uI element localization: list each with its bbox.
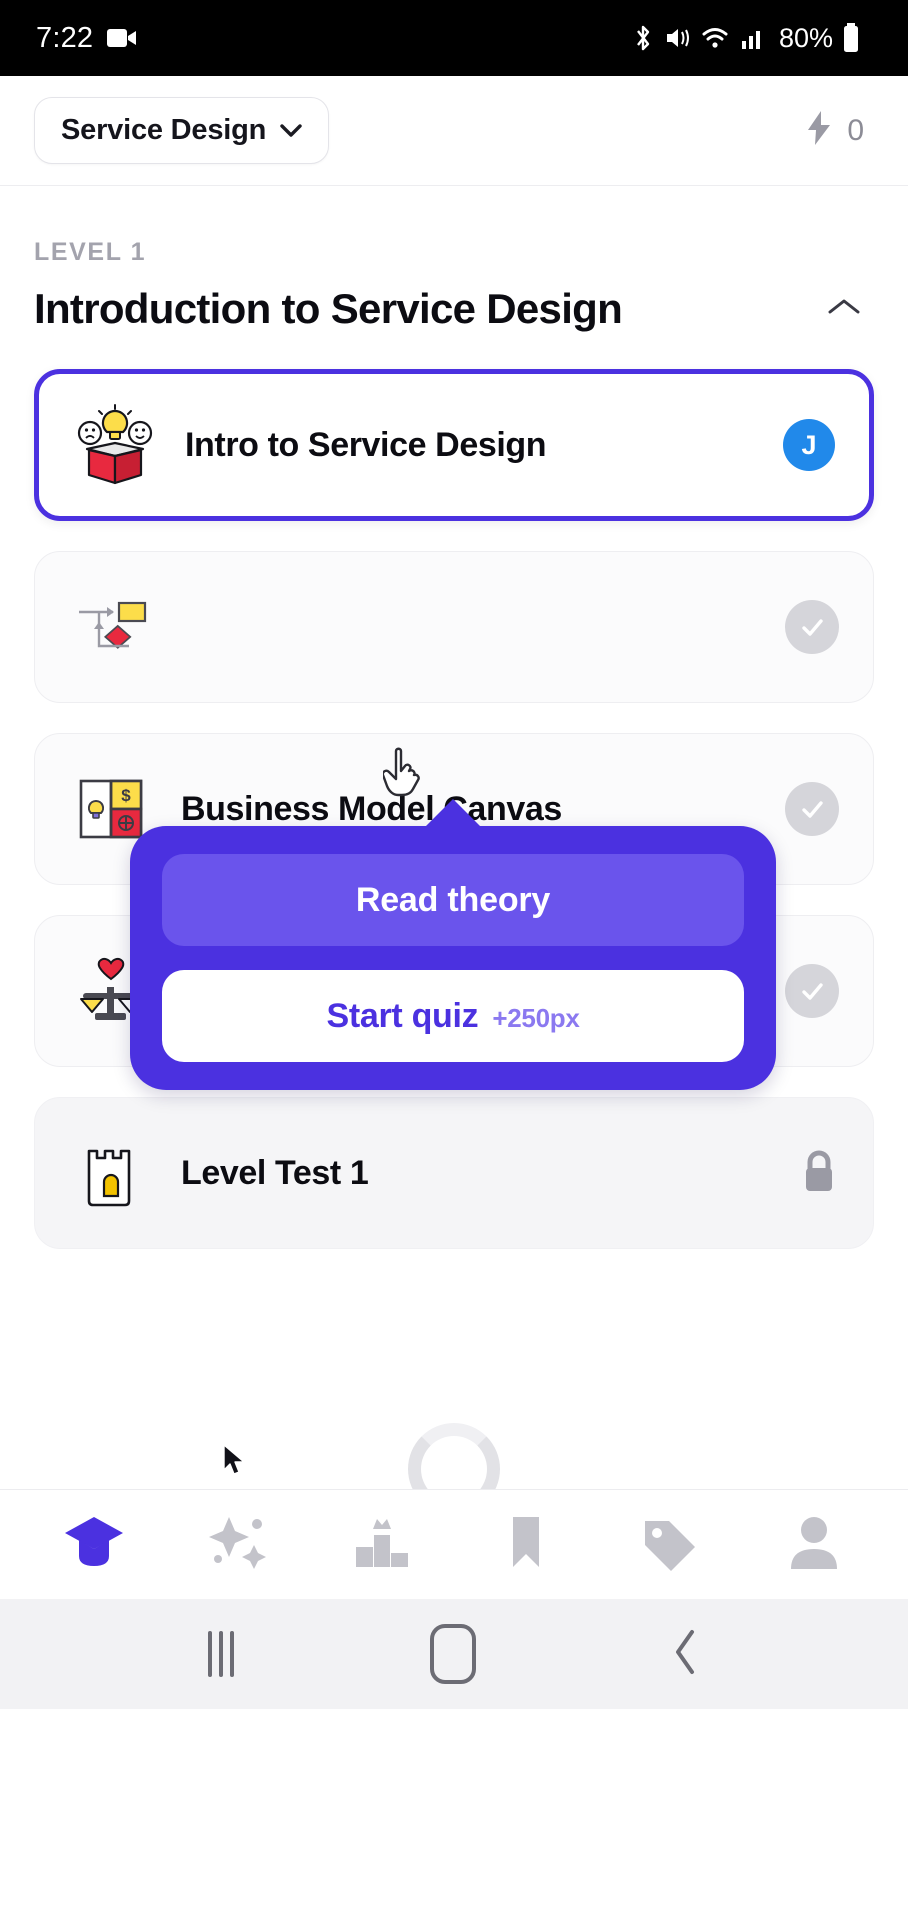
section-title: Introduction to Service Design xyxy=(34,285,623,332)
recents-icon[interactable] xyxy=(208,1631,234,1677)
status-bar: 7:22 80% xyxy=(0,0,908,76)
lesson-status xyxy=(799,1147,839,1200)
tag-icon xyxy=(637,1511,703,1578)
loading-spinner xyxy=(408,1423,500,1489)
tab-practice[interactable] xyxy=(188,1502,288,1588)
lesson-card-level-test-1[interactable]: Level Test 1 xyxy=(34,1097,874,1249)
check-icon xyxy=(785,964,839,1018)
read-theory-label: Read theory xyxy=(355,880,551,919)
person-icon xyxy=(781,1511,847,1578)
svg-text:$: $ xyxy=(121,786,131,805)
chevron-up-icon[interactable] xyxy=(826,296,862,323)
home-icon[interactable] xyxy=(430,1624,476,1684)
bottom-tab-bar xyxy=(0,1489,908,1599)
cellular-signal-icon xyxy=(740,25,766,51)
tab-learn[interactable] xyxy=(44,1502,144,1588)
mute-icon xyxy=(664,24,692,52)
status-time: 7:22 xyxy=(36,21,94,54)
lock-icon xyxy=(799,1147,839,1200)
course-selector-label: Service Design xyxy=(61,114,267,146)
lesson-status xyxy=(785,600,839,654)
lesson-title: Intro to Service Design xyxy=(185,425,547,464)
status-bar-right: 80% xyxy=(631,23,872,54)
arrow-cursor-icon xyxy=(222,1444,248,1483)
battery-percent-label: 80% xyxy=(778,22,833,53)
lesson-list-scroll-area[interactable]: LEVEL 1 Introduction to Service Design I… xyxy=(0,186,908,1489)
status-bar-left: 7:22 xyxy=(36,22,137,55)
battery-icon xyxy=(842,23,860,53)
tab-leaderboard[interactable] xyxy=(332,1502,432,1588)
read-theory-button[interactable]: Read theory xyxy=(162,854,744,946)
start-quiz-reward-label: +250px xyxy=(492,1003,580,1033)
energy-count: 0 xyxy=(847,113,864,147)
tab-offers[interactable] xyxy=(620,1502,720,1588)
app-header: Service Design 0 xyxy=(0,76,908,186)
chevron-down-icon xyxy=(280,124,302,137)
flowchart-icon xyxy=(69,585,153,669)
energy-indicator[interactable]: 0 xyxy=(805,110,874,151)
bluetooth-icon xyxy=(631,23,655,53)
avatar[interactable]: J xyxy=(783,419,835,471)
lesson-title: Level Test 1 xyxy=(181,1153,369,1192)
lightning-bolt-icon xyxy=(805,110,833,151)
wifi-icon xyxy=(701,25,731,51)
popover-arrow-icon xyxy=(425,799,481,827)
check-icon xyxy=(785,782,839,836)
tab-profile[interactable] xyxy=(764,1502,864,1588)
back-chevron-icon[interactable] xyxy=(672,1627,700,1682)
course-selector-button[interactable]: Service Design xyxy=(34,97,330,164)
sparkles-icon xyxy=(205,1511,271,1578)
level-label: LEVEL 1 xyxy=(34,238,147,266)
check-icon xyxy=(785,600,839,654)
lesson-card-intro-to-service-design[interactable]: Intro to Service Design J xyxy=(34,369,874,521)
idea-box-icon xyxy=(73,403,157,487)
start-quiz-label: Start quiz xyxy=(326,997,479,1035)
start-quiz-button[interactable]: Start quiz +250px xyxy=(162,970,744,1062)
lesson-status xyxy=(785,964,839,1018)
tab-saved[interactable] xyxy=(476,1502,576,1588)
graduation-cap-icon xyxy=(61,1511,127,1578)
video-recording-icon xyxy=(107,27,137,49)
castle-tower-icon xyxy=(69,1131,153,1215)
podium-crown-icon xyxy=(349,1511,415,1578)
android-navigation-bar xyxy=(0,1599,908,1709)
lesson-action-popover: Read theory Start quiz +250px xyxy=(130,799,776,1090)
bookmark-icon xyxy=(493,1511,559,1578)
lesson-status: J xyxy=(783,419,835,471)
lesson-title: Business Model Canvas xyxy=(181,789,562,828)
lesson-status xyxy=(785,782,839,836)
section-header[interactable]: Introduction to Service Design xyxy=(34,285,874,333)
lesson-card-flowchart[interactable] xyxy=(34,551,874,703)
